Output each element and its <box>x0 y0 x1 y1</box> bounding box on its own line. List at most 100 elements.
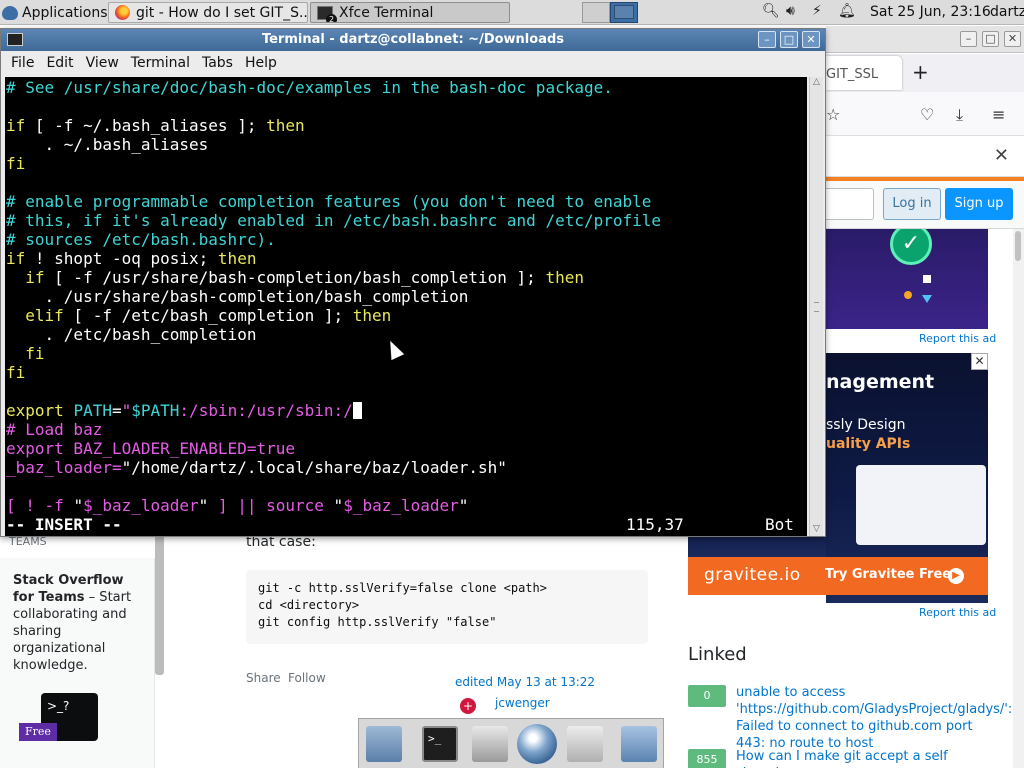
text-cursor <box>352 402 362 419</box>
terminal-line: fi <box>6 363 26 382</box>
panel-clock[interactable]: Sat 25 Jun, 23:16 <box>870 4 991 20</box>
so-topbar: Log in Sign up <box>826 181 1024 229</box>
ad-close-icon[interactable]: ✕ <box>971 353 988 370</box>
ad-decoration <box>923 275 931 283</box>
new-tab-button[interactable]: + <box>912 60 929 84</box>
bookmark-star-icon[interactable]: ☆ <box>826 105 840 124</box>
ad-decoration <box>904 291 912 299</box>
workspace-2[interactable] <box>610 2 638 23</box>
app-finder-icon[interactable] <box>567 726 603 762</box>
terminal-line: elif [ -f /etc/bash_completion ]; then <box>25 306 392 325</box>
vim-status-line: -- INSERT -- 115,37 Bot <box>5 515 807 534</box>
linked-heading: Linked <box>688 644 747 665</box>
browser-tab[interactable]: GIT_SSL <box>826 56 902 90</box>
cursor-position: 115,37 <box>626 515 684 534</box>
scroll-position: Bot <box>765 515 794 534</box>
panel-user[interactable]: dartz <box>990 4 1024 20</box>
terminal-line: # Load baz <box>6 420 103 439</box>
follow-link[interactable]: Follow <box>288 671 326 685</box>
edited-timestamp-link[interactable]: edited May 13 at 13:22 <box>455 675 595 689</box>
terminal-line: # See /usr/share/doc/bash-doc/examples i… <box>6 78 613 97</box>
free-badge: Free <box>19 723 57 741</box>
close-icon[interactable]: ✕ <box>994 145 1009 166</box>
browser-toolbar: ☆ ♡ ⤓ ≡ <box>826 92 1024 136</box>
minimize-icon[interactable]: – <box>960 31 977 47</box>
left-sidebar-scrollbar[interactable] <box>155 535 164 675</box>
task-terminal[interactable]: 2 Xfce Terminal <box>310 2 510 23</box>
scroll-down-icon[interactable]: ▽ <box>811 524 822 536</box>
share-link[interactable]: Share <box>246 671 281 685</box>
menu-terminal[interactable]: Terminal <box>125 55 196 71</box>
workspace-1[interactable] <box>582 2 610 23</box>
home-folder-icon[interactable] <box>366 726 402 762</box>
minimize-icon[interactable]: – <box>758 31 776 48</box>
terminal-line: . /usr/share/bash-completion/bash_comple… <box>6 287 469 306</box>
ad-subline-2: uality APIs <box>826 436 911 452</box>
terminal-line: # enable programmable completion feature… <box>6 192 652 211</box>
terminal-line: . /etc/bash_completion <box>6 325 257 344</box>
arrow-right-icon: ▶ <box>948 568 964 584</box>
maximize-icon[interactable]: □ <box>982 31 999 47</box>
signup-button[interactable]: Sign up <box>945 188 1013 220</box>
applications-label: Applications <box>22 4 108 21</box>
linked-score: 0 <box>688 685 726 707</box>
terminal-line: if [ -f ~/.bash_aliases ]; then <box>6 116 305 135</box>
terminal-line: if [ -f /usr/share/bash-completion/bash_… <box>25 268 584 287</box>
volume-icon[interactable]: 🔊︎ <box>786 3 795 19</box>
terminal-line: export PATH="$PATH:/sbin:/usr/sbin:/ <box>5 401 807 420</box>
close-icon[interactable]: ✕ <box>802 31 820 48</box>
menu-edit[interactable]: Edit <box>40 55 79 71</box>
search-input[interactable] <box>826 188 874 220</box>
search-icon[interactable]: 🔍︎ <box>762 3 780 19</box>
terminal-scrollbar[interactable]: △ ▽ <box>809 77 823 536</box>
terminal-line: fi <box>6 344 45 363</box>
task-browser[interactable]: git - How do I set GIT_S... <box>108 2 308 23</box>
browser-window-titlebar: – □ ✕ <box>826 26 1024 53</box>
file-manager-icon[interactable] <box>472 726 508 762</box>
gravitee-logo: gravitee.io <box>704 565 801 585</box>
applications-menu-button[interactable]: Applications <box>2 2 108 23</box>
vim-mode-indicator: -- INSERT -- <box>6 515 122 534</box>
scrollbar-thumb[interactable] <box>1015 231 1021 261</box>
menu-help[interactable]: Help <box>239 55 283 71</box>
check-icon: ✓ <box>890 229 932 265</box>
pocket-icon[interactable]: ♡ <box>920 105 934 124</box>
scrollbar-grip[interactable] <box>814 302 819 312</box>
editor-name-link[interactable]: jcwenger <box>495 696 550 710</box>
plus-icon: + <box>460 698 476 714</box>
power-icon[interactable]: ⚡︎ <box>812 3 822 19</box>
report-ad-link[interactable]: Report this ad <box>919 332 996 345</box>
scroll-up-icon[interactable]: △ <box>811 77 822 89</box>
terminal-line: . ~/.bash_aliases <box>6 135 209 154</box>
terminal-text-area[interactable]: # See /usr/share/doc/bash-doc/examples i… <box>5 77 807 536</box>
menu-view[interactable]: View <box>80 55 125 71</box>
avatar[interactable]: + <box>455 697 480 715</box>
maximize-icon[interactable]: □ <box>780 31 798 48</box>
browser-scrollbar[interactable] <box>1013 229 1024 768</box>
menu-file[interactable]: File <box>5 55 40 71</box>
terminal-icon[interactable] <box>422 726 458 762</box>
terminal-line: # sources /etc/bash.bashrc). <box>6 230 276 249</box>
terminal-icon: 2 <box>317 5 337 22</box>
task-terminal-label: Xfce Terminal <box>339 4 434 21</box>
browser-tab-strip: GIT_SSL + <box>826 54 1024 92</box>
terminal-line: # this, if it's already enabled in /etc/… <box>6 211 662 230</box>
hamburger-menu-icon[interactable]: ≡ <box>992 105 1005 124</box>
folder-icon[interactable] <box>621 726 657 762</box>
prompt-glyph: >_? <box>47 699 70 713</box>
xfce-logo-icon <box>2 5 18 20</box>
menu-tabs[interactable]: Tabs <box>196 55 239 71</box>
report-ad-link[interactable]: Report this ad <box>919 606 996 619</box>
terminal-titlebar[interactable]: Terminal - dartz@collabnet: ~/Downloads … <box>1 29 825 51</box>
download-icon[interactable]: ⤓ <box>956 105 963 125</box>
web-browser-icon[interactable] <box>517 724 557 764</box>
login-button[interactable]: Log in <box>883 188 941 220</box>
ad-banner-1[interactable]: ✓ <box>826 229 988 329</box>
notification-bell-icon[interactable]: 🔔︎ <box>838 3 856 19</box>
linked-question-title[interactable]: unable to access 'https://github.com/Gla… <box>736 684 1012 752</box>
task-browser-label: git - How do I set GIT_S... <box>136 4 308 21</box>
linked-question-title[interactable]: How can I make git accept a self signed <box>736 748 986 768</box>
ad-cta-bar[interactable]: gravitee.io Try Gravitee Free ▶ <box>688 557 988 595</box>
close-icon[interactable]: ✕ <box>1004 31 1021 47</box>
